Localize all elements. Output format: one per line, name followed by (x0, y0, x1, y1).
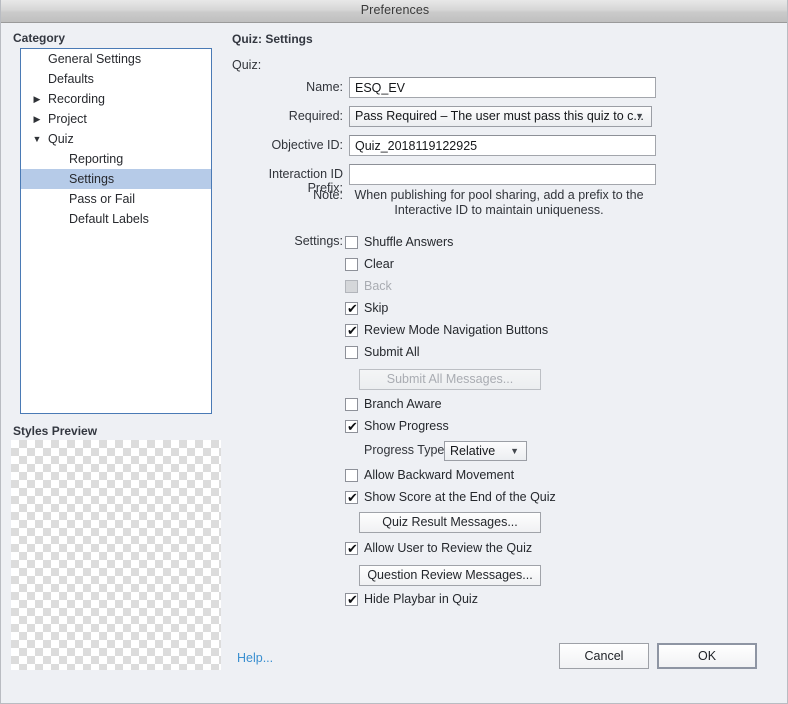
quiz-result-messages-button[interactable]: Quiz Result Messages... (359, 512, 541, 533)
sidebar-item-project[interactable]: ▶ Project (21, 109, 211, 129)
sidebar-item-label: Recording (48, 92, 105, 106)
checkbox-label: Submit All (364, 345, 420, 359)
sidebar-item-label: Project (48, 112, 87, 126)
chevron-down-icon: ▼ (635, 111, 644, 121)
name-label: Name: (306, 80, 343, 94)
check-icon: ✔ (347, 301, 358, 316)
sidebar-item-label: Reporting (69, 152, 124, 166)
styles-preview-heading: Styles Preview (13, 424, 98, 438)
sidebar-item-reporting[interactable]: Reporting (21, 149, 211, 169)
submit-all-messages-button: Submit All Messages... (359, 369, 541, 390)
sidebar-item-label: Defaults (48, 72, 94, 86)
progress-type-label: Progress Type: (364, 443, 448, 457)
chevron-down-icon[interactable]: ▼ (31, 129, 43, 149)
checkbox-box (345, 236, 358, 249)
checkbox-box: ✔ (345, 592, 358, 607)
checkbox-box: ✔ (345, 323, 358, 338)
field-row-required: Required: Pass Required – The user must … (232, 106, 777, 128)
checkbox-box (345, 469, 358, 482)
progress-type-dropdown[interactable]: Relative ▼ (444, 441, 527, 461)
checkbox-label: Skip (364, 301, 389, 315)
question-review-messages-button[interactable]: Question Review Messages... (359, 565, 541, 586)
check-icon: ✔ (347, 592, 358, 607)
settings-label: Settings: (294, 234, 343, 248)
check-icon: ✔ (347, 541, 358, 556)
sidebar-item-label: Quiz (48, 132, 74, 146)
checkbox-label: Allow User to Review the Quiz (364, 541, 533, 555)
interaction-id-prefix-input[interactable] (349, 164, 656, 185)
check-icon: ✔ (347, 490, 358, 505)
field-row-name: Name: (232, 77, 777, 99)
checkbox-label: Back (364, 279, 392, 293)
preferences-window: Preferences Category General Settings Def… (0, 0, 788, 704)
sidebar-item-pass-or-fail[interactable]: Pass or Fail (21, 189, 211, 209)
name-input[interactable] (349, 77, 656, 98)
checkbox-label: Shuffle Answers (364, 235, 454, 249)
required-label: Required: (288, 109, 343, 123)
checkbox-label: Clear (364, 257, 394, 271)
sidebar-item-quiz[interactable]: ▼ Quiz (21, 129, 211, 149)
checkbox-box: ✔ (345, 301, 358, 316)
check-icon: ✔ (347, 419, 358, 434)
checkbox-box: ✔ (345, 541, 358, 556)
window-titlebar[interactable]: Preferences (1, 0, 787, 23)
field-row-objective-id: Objective ID: (232, 135, 777, 157)
checkbox-label: Show Score at the End of the Quiz (364, 490, 556, 504)
cancel-button[interactable]: Cancel (559, 643, 649, 669)
quiz-group-label: Quiz: (232, 58, 262, 72)
sidebar-item-defaults[interactable]: Defaults (21, 69, 211, 89)
checkbox-box: ✔ (345, 419, 358, 434)
chevron-down-icon: ▼ (510, 446, 519, 456)
sidebar-item-settings[interactable]: Settings (21, 169, 211, 189)
sidebar-item-label: Default Labels (69, 212, 149, 226)
styles-preview-canvas (11, 440, 221, 670)
checkbox-box (345, 398, 358, 411)
required-dropdown-value: Pass Required – The user must pass this … (355, 109, 644, 123)
sidebar-item-label: General Settings (48, 52, 142, 66)
progress-type-row: Progress Type: Relative ▼ (364, 441, 564, 461)
checkbox-label: Show Progress (364, 419, 449, 433)
note-text: When publishing for pool sharing, add a … (354, 188, 644, 217)
chevron-right-icon[interactable]: ▶ (31, 89, 43, 109)
checkbox-box (345, 280, 358, 293)
objective-id-label: Objective ID: (271, 138, 343, 152)
category-heading: Category (13, 31, 66, 45)
checkbox-box (345, 258, 358, 271)
category-tree[interactable]: General Settings Defaults ▶ Recording ▶ Proje… (20, 48, 212, 414)
progress-type-value: Relative (450, 444, 496, 458)
sidebar-item-general-settings[interactable]: General Settings (21, 49, 211, 69)
ok-button[interactable]: OK (657, 643, 757, 669)
help-link[interactable]: Help... (237, 651, 273, 665)
checkbox-label: Branch Aware (364, 397, 442, 411)
note-label: Note: (313, 188, 343, 202)
window-title: Preferences (360, 3, 430, 17)
objective-id-input[interactable] (349, 135, 656, 156)
sidebar-item-label: Settings (69, 172, 115, 186)
sidebar-item-label: Pass or Fail (69, 192, 135, 206)
checkbox-label: Hide Playbar in Quiz (364, 592, 478, 606)
field-row-interaction-id-prefix: Interaction ID Prefix: (232, 164, 777, 195)
panel-title: Quiz: Settings (232, 32, 313, 46)
check-icon: ✔ (347, 323, 358, 338)
checkbox-label: Allow Backward Movement (364, 468, 515, 482)
sidebar-item-default-labels[interactable]: Default Labels (21, 209, 211, 229)
checkbox-box: ✔ (345, 490, 358, 505)
checkbox-box (345, 346, 358, 359)
sidebar-item-recording[interactable]: ▶ Recording (21, 89, 211, 109)
checkbox-label: Review Mode Navigation Buttons (364, 323, 549, 337)
required-dropdown[interactable]: Pass Required – The user must pass this … (349, 106, 652, 127)
chevron-right-icon[interactable]: ▶ (31, 109, 43, 129)
